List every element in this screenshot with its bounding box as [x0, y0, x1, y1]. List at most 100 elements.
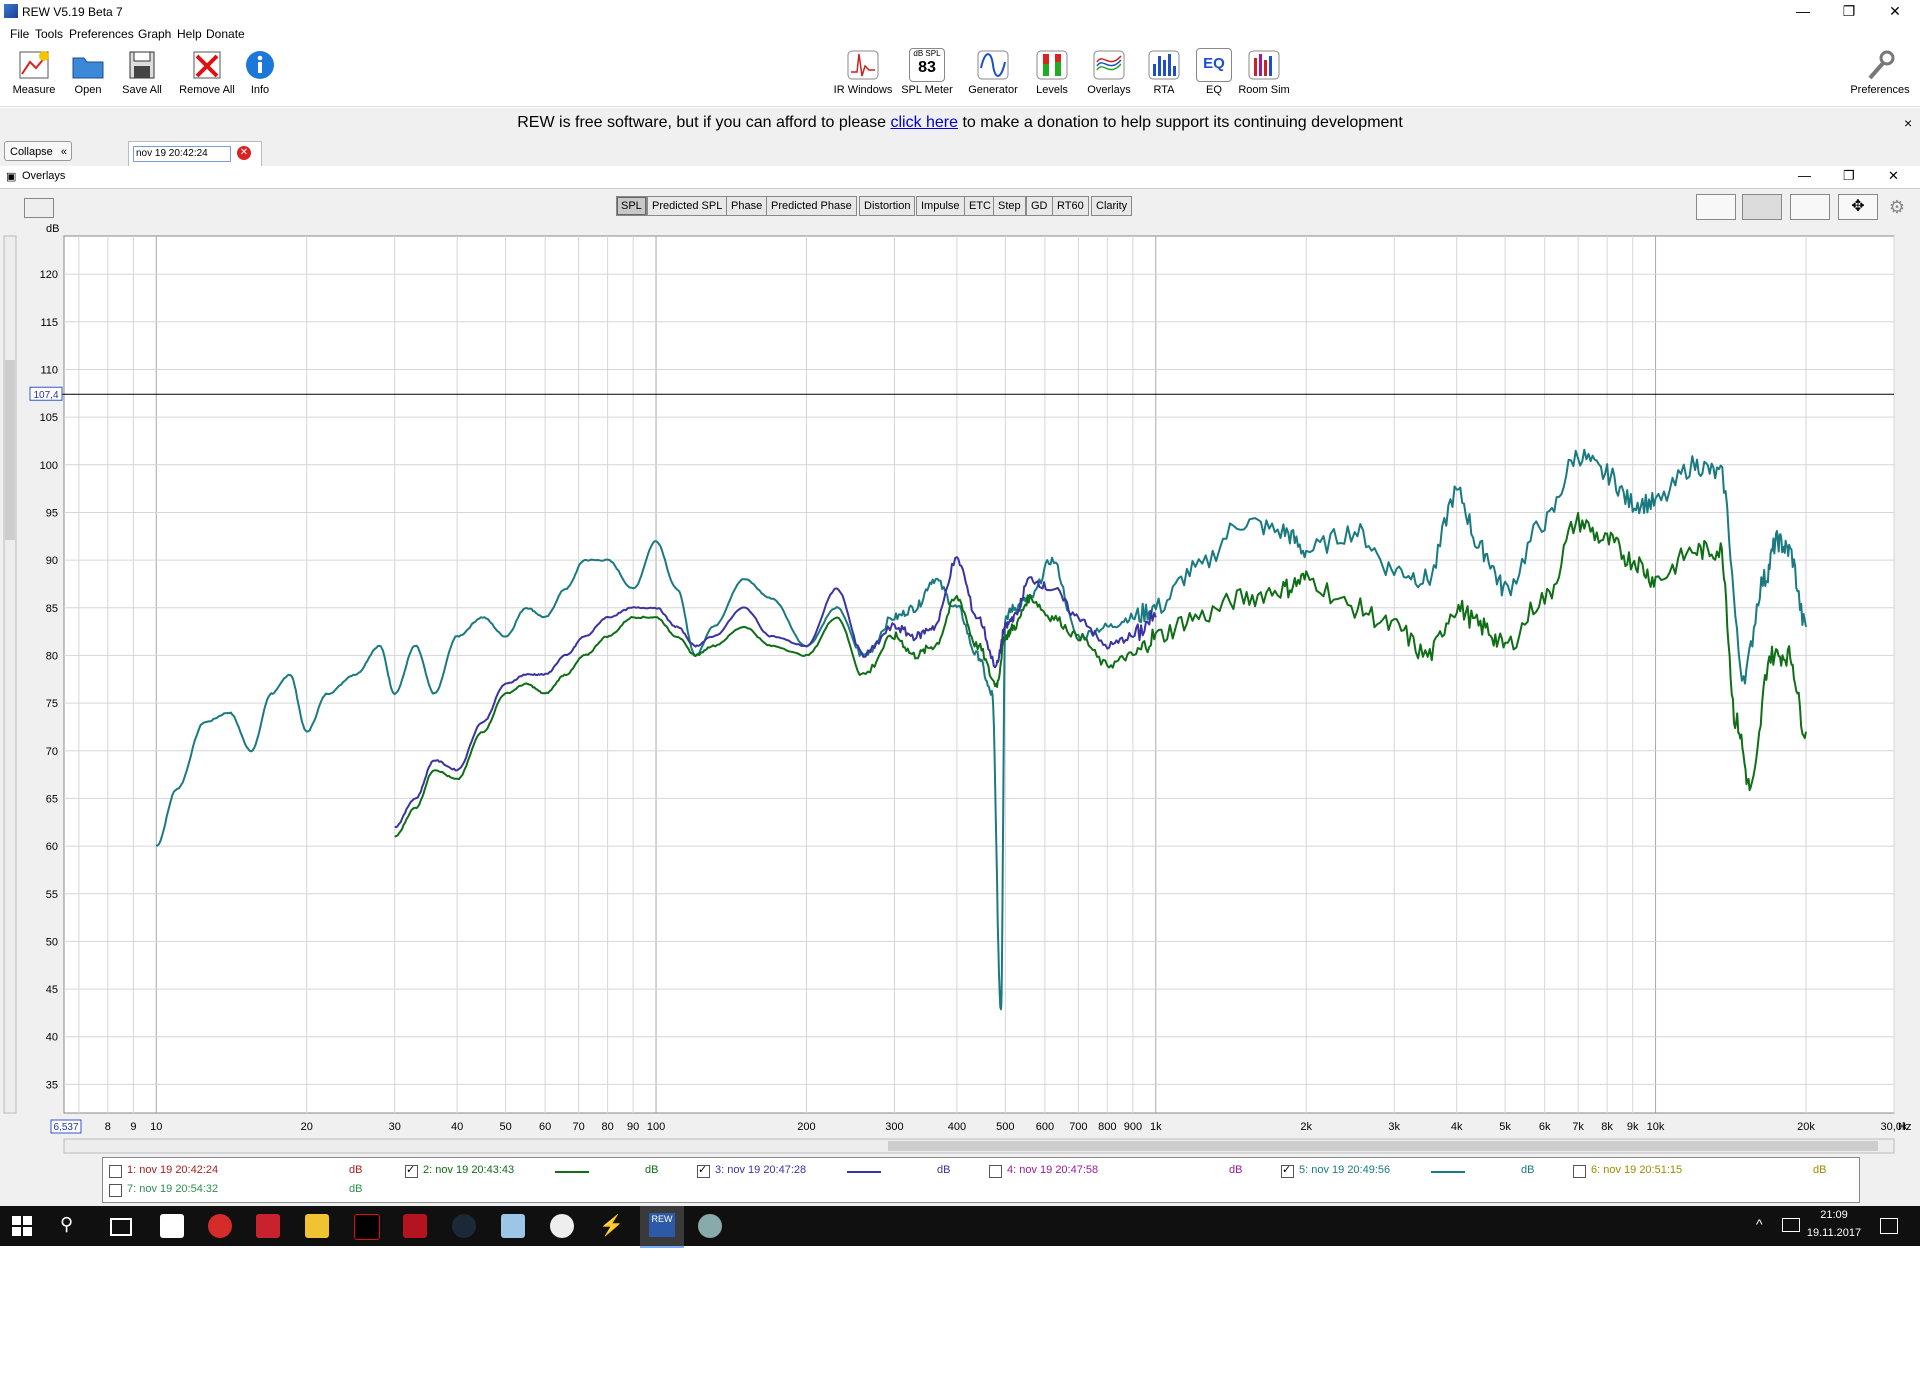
legend-checkbox[interactable]: [1573, 1165, 1586, 1178]
y-tick-label: 35: [46, 1079, 58, 1091]
y-tick-label: 70: [46, 746, 58, 758]
y-tick-label: 95: [46, 507, 58, 519]
x-tick-label: 1k: [1150, 1121, 1162, 1133]
y-tick-label: 45: [46, 984, 58, 996]
x-tick-label: 8: [105, 1121, 111, 1133]
clock-date[interactable]: 19.11.2017: [1800, 1227, 1868, 1239]
paint-icon[interactable]: [698, 1214, 722, 1238]
legend-checkbox[interactable]: [1281, 1163, 1294, 1178]
x-tick-label: 100: [647, 1121, 665, 1133]
netflix-icon[interactable]: [354, 1214, 380, 1240]
y-tick-label: 40: [46, 1032, 58, 1044]
x-tick-label: 80: [601, 1121, 613, 1133]
x-tick-label: 2k: [1300, 1121, 1312, 1133]
x-start-label: 6,537: [53, 1122, 78, 1133]
x-tick-label: 400: [948, 1121, 966, 1133]
legend: 1: nov 19 20:42:24 dB 2: nov 19 20:43:43 dB…: [102, 1157, 1860, 1203]
x-tick-label: 3k: [1388, 1121, 1400, 1133]
cursor-value-label: 107,4: [33, 390, 58, 401]
y-axis-label: dB: [46, 223, 59, 235]
app-blue-icon[interactable]: [501, 1214, 525, 1238]
legend-checkbox[interactable]: [405, 1163, 418, 1178]
task-view-icon[interactable]: [110, 1218, 132, 1236]
legend-unit: dB: [1229, 1164, 1243, 1176]
legend-unit: dB: [1813, 1164, 1827, 1176]
y-tick-label: 65: [46, 793, 58, 805]
legend-checkbox[interactable]: [989, 1165, 1002, 1178]
x-tick-label: 700: [1069, 1121, 1087, 1133]
x-tick-label: 5k: [1499, 1121, 1511, 1133]
app-red-grid-icon[interactable]: [403, 1214, 427, 1238]
x-tick-label: 8k: [1601, 1121, 1613, 1133]
x-tick-label: 60: [539, 1121, 551, 1133]
legend-unit: dB: [349, 1164, 363, 1176]
legend-unit: dB: [349, 1183, 363, 1195]
y-tick-label: 110: [40, 364, 58, 376]
plot-area[interactable]: [63, 235, 1895, 1114]
legend-label: 6: nov 19 20:51:15: [1591, 1164, 1683, 1176]
legend-label: 5: nov 19 20:49:56: [1299, 1164, 1391, 1176]
x-tick-label: 7k: [1572, 1121, 1584, 1133]
legend-label: 7: nov 19 20:54:32: [127, 1183, 219, 1195]
y-tick-label: 55: [46, 889, 58, 901]
tray-expand-icon[interactable]: ^: [1756, 1216, 1763, 1232]
x-tick-label: 800: [1098, 1121, 1116, 1133]
taskbar: ⚲ ⚡ REW ^ 21:09 19.11.2017: [0, 1206, 1920, 1248]
x-tick-label: 30: [389, 1121, 401, 1133]
windows-start-icon[interactable]: [12, 1216, 32, 1236]
y-tick-label: 105: [40, 412, 58, 424]
legend-checkbox[interactable]: [697, 1163, 710, 1178]
vivaldi-icon[interactable]: [208, 1214, 232, 1238]
y-tick-label: 85: [46, 603, 58, 615]
legend-line-swatch: [1431, 1171, 1465, 1173]
rew-icon: REW: [649, 1213, 675, 1237]
search-icon[interactable]: ⚲: [60, 1214, 73, 1235]
x-tick-label: 90: [627, 1121, 639, 1133]
y-tick-label: 60: [46, 841, 58, 853]
legend-checkbox[interactable]: [109, 1165, 122, 1178]
x-tick-label: 9k: [1627, 1121, 1639, 1133]
y-tick-label: 115: [40, 317, 58, 329]
lightning-icon[interactable]: ⚡: [599, 1214, 624, 1238]
y-tick-label: 75: [46, 698, 58, 710]
notifications-icon[interactable]: [1880, 1218, 1898, 1234]
y-tick-label: 100: [40, 460, 58, 472]
mail-icon[interactable]: [256, 1214, 280, 1238]
x-tick-label: 9: [130, 1121, 136, 1133]
foobar-icon[interactable]: [550, 1214, 574, 1238]
x-tick-label: 200: [797, 1121, 815, 1133]
legend-unit: dB: [1521, 1164, 1535, 1176]
x-tick-label: 900: [1124, 1121, 1142, 1133]
legend-label: 2: nov 19 20:43:43: [423, 1164, 515, 1176]
clock-time[interactable]: 21:09: [1806, 1209, 1862, 1221]
legend-checkbox[interactable]: [109, 1184, 122, 1197]
legend-line-swatch: [847, 1171, 881, 1173]
x-tick-label: 20: [301, 1121, 313, 1133]
legend-unit: dB: [645, 1164, 659, 1176]
x-tick-label: 70: [572, 1121, 584, 1133]
vertical-scroll-thumb[interactable]: [5, 360, 15, 540]
y-tick-label: 80: [46, 650, 58, 662]
store-icon[interactable]: [160, 1214, 184, 1238]
x-tick-label: 600: [1036, 1121, 1054, 1133]
x-tick-label: 10: [150, 1121, 162, 1133]
x-tick-label: 300: [885, 1121, 903, 1133]
x-tick-label: 40: [451, 1121, 463, 1133]
legend-label: 4: nov 19 20:47:58: [1007, 1164, 1099, 1176]
x-tick-label: 500: [996, 1121, 1014, 1133]
legend-label: 3: nov 19 20:47:28: [715, 1164, 807, 1176]
x-tick-label: 4k: [1451, 1121, 1463, 1133]
network-icon[interactable]: [1782, 1218, 1800, 1232]
horizontal-scroll-thumb[interactable]: [888, 1141, 1878, 1151]
taskbar-rew-button[interactable]: REW: [640, 1206, 684, 1248]
y-tick-label: 120: [40, 269, 58, 281]
y-tick-label: 50: [46, 936, 58, 948]
x-tick-label: 20k: [1797, 1121, 1815, 1133]
x-tick-label: 10k: [1647, 1121, 1665, 1133]
x-axis-unit: Hz: [1898, 1121, 1911, 1133]
y-tick-label: 90: [46, 555, 58, 567]
legend-unit: dB: [937, 1164, 951, 1176]
file-explorer-icon[interactable]: [305, 1214, 329, 1238]
steam-icon[interactable]: [452, 1214, 476, 1238]
spl-graph[interactable]: 7891020304050607080901002003004005006007…: [0, 0, 1920, 1206]
